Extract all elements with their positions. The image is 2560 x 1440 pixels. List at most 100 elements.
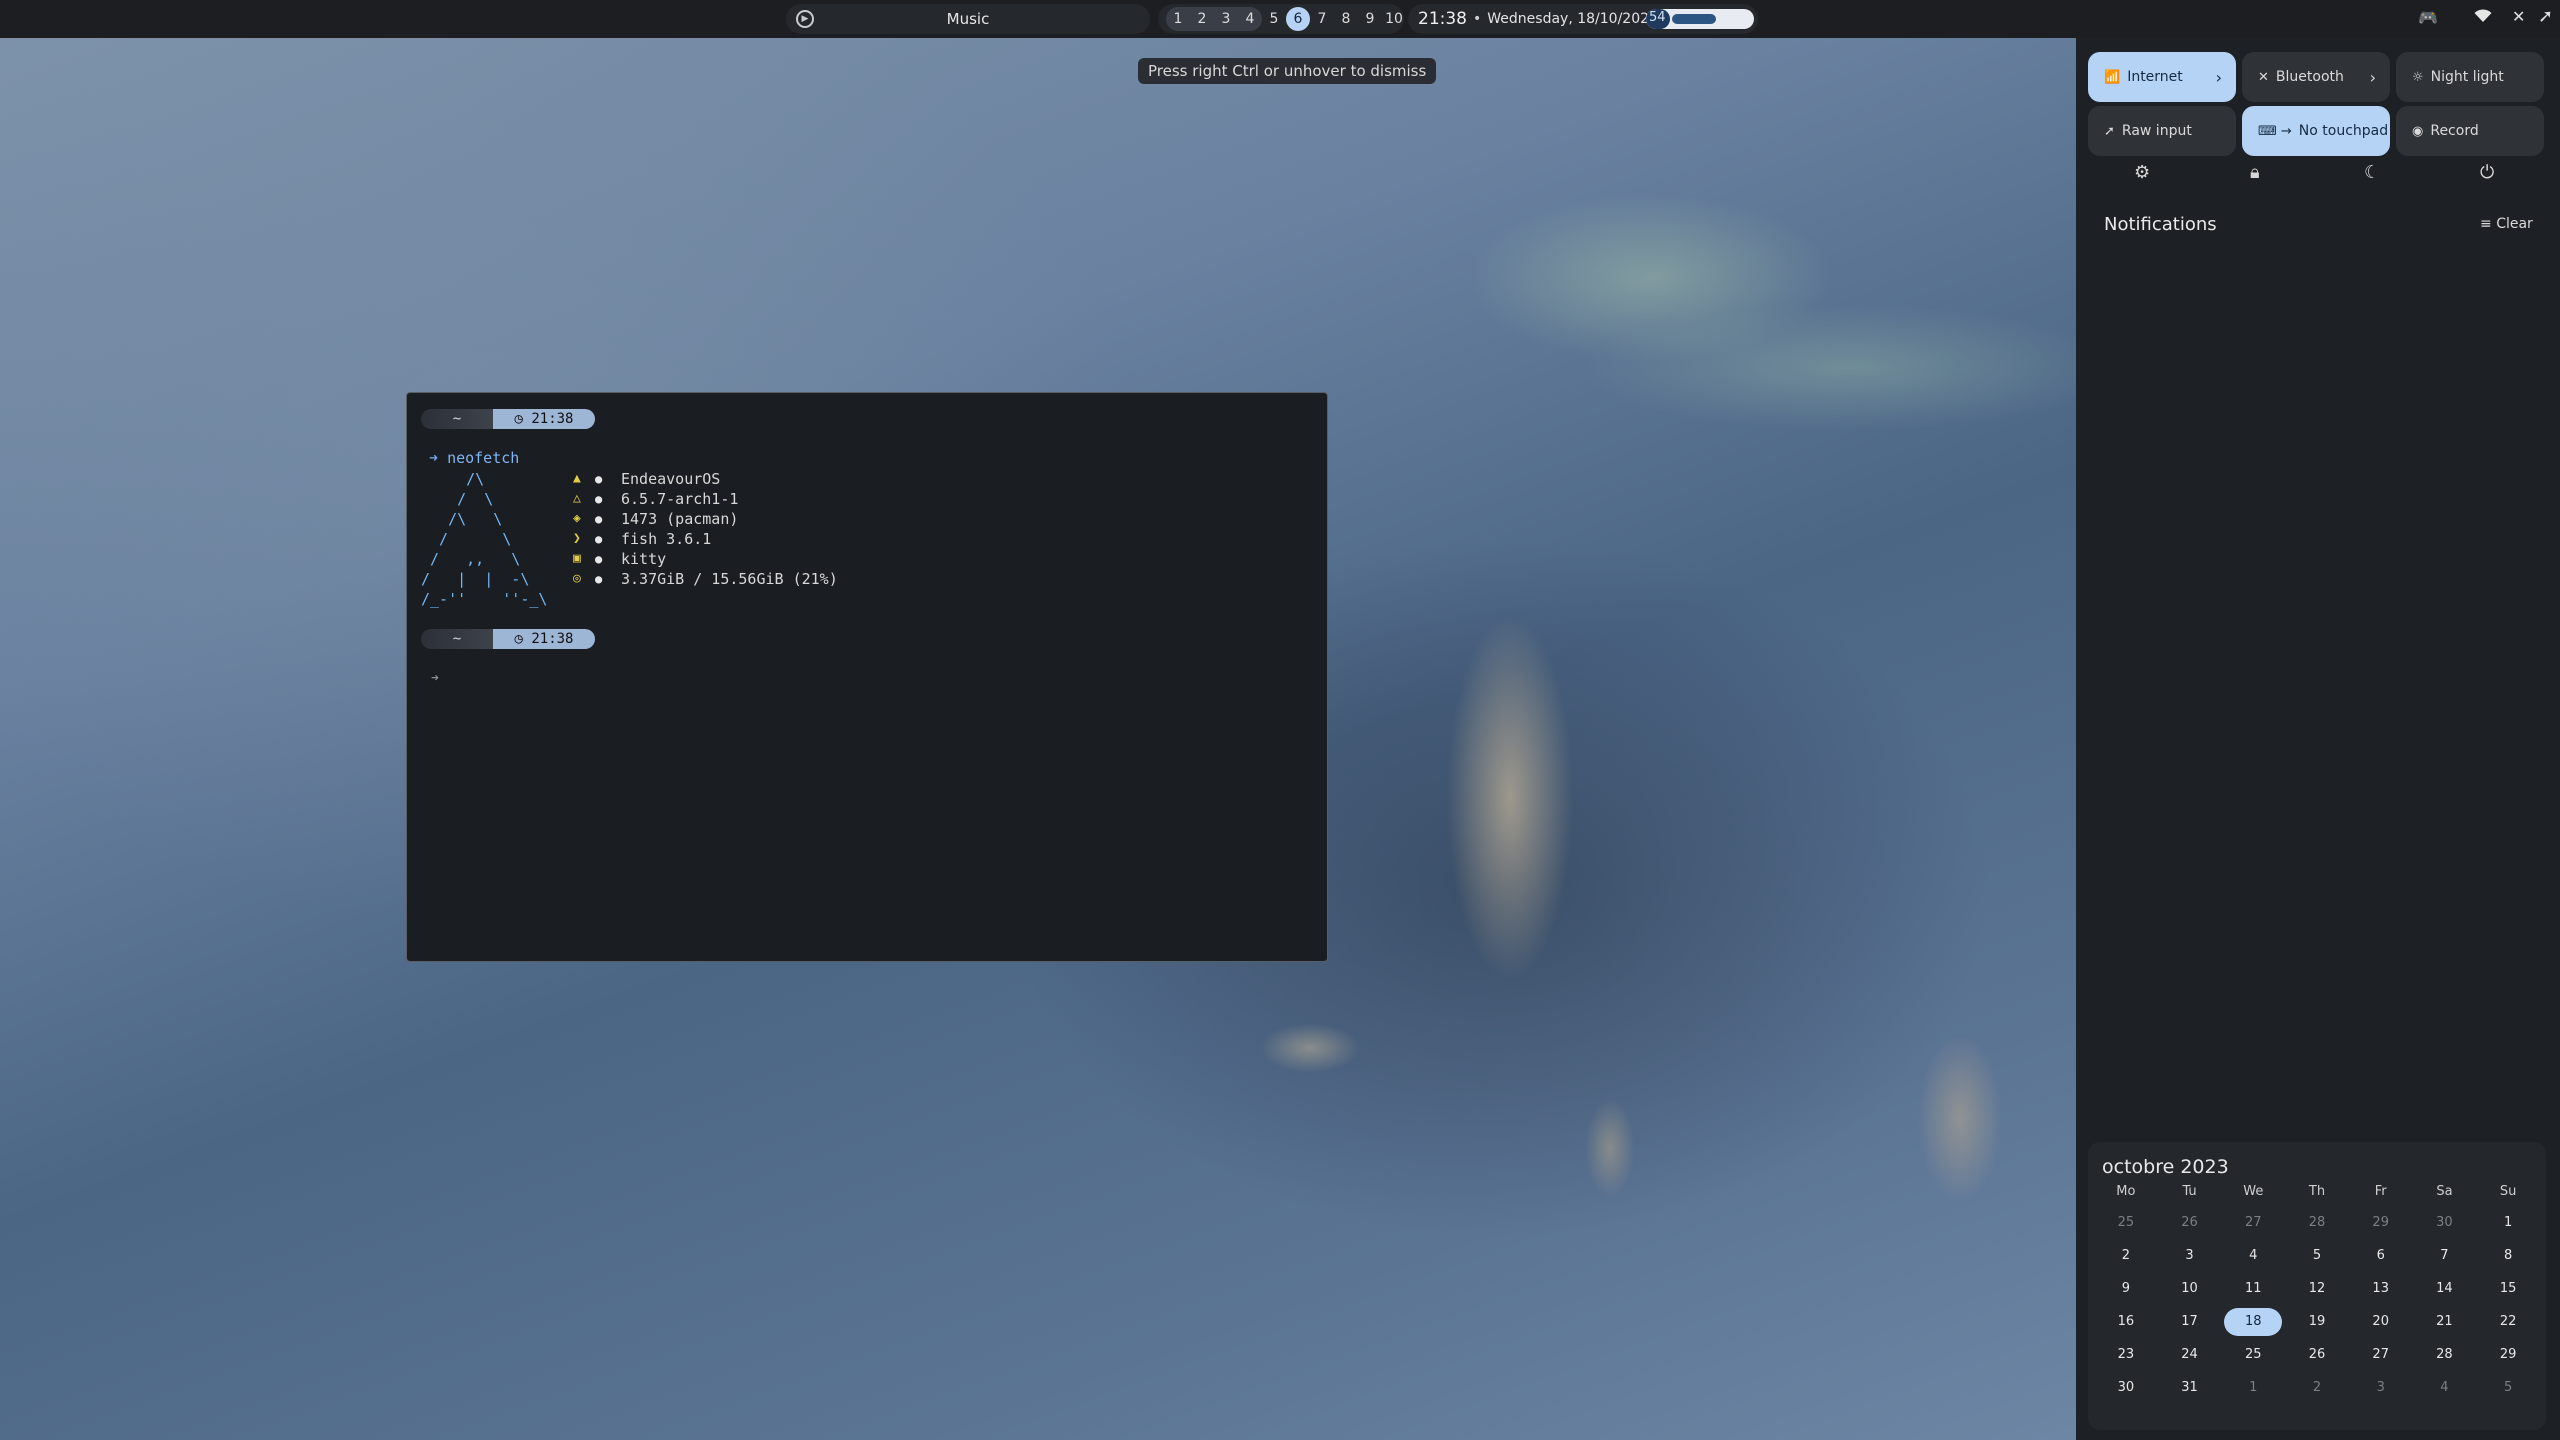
workspace-8[interactable]: 8	[1334, 7, 1358, 31]
command-text: neofetch	[447, 449, 520, 467]
calendar-day[interactable]: 24	[2158, 1338, 2222, 1371]
calendar-day[interactable]: 4	[2221, 1239, 2285, 1272]
wifi-icon[interactable]	[2474, 8, 2492, 27]
calendar-day[interactable]: 23	[2094, 1338, 2158, 1371]
raw-input-toggle[interactable]: ➚ Raw input	[2088, 106, 2236, 156]
calendar-day[interactable]: 8	[2476, 1239, 2540, 1272]
internet-toggle[interactable]: 📶 Internet ›	[2088, 52, 2236, 102]
calendar-day-number: 23	[2117, 1347, 2135, 1362]
no-touchpad-label: No touchpad	[2298, 123, 2389, 139]
calendar-day[interactable]: 26	[2285, 1338, 2349, 1371]
moon-sleep-icon[interactable]: ☾	[2364, 162, 2380, 183]
calendar-day[interactable]: 1	[2221, 1371, 2285, 1404]
workspace-10[interactable]: 10	[1382, 7, 1406, 31]
calendar-day[interactable]: 5	[2285, 1239, 2349, 1272]
calendar-day[interactable]: 30	[2094, 1371, 2158, 1404]
calendar-day-number: 9	[2121, 1281, 2130, 1296]
info-row-kernel: △ ● 6.5.7-arch1-1	[573, 489, 838, 509]
calendar-month-title[interactable]: octobre 2023	[2102, 1156, 2229, 1178]
calendar-day[interactable]: 25	[2221, 1338, 2285, 1371]
calendar-day[interactable]: 30	[2413, 1206, 2477, 1239]
no-touchpad-toggle[interactable]: ⌨ → No touchpad	[2242, 106, 2390, 156]
info-memory: 3.37GiB / 15.56GiB (21%)	[621, 570, 838, 588]
calendar-day[interactable]: 29	[2349, 1206, 2413, 1239]
occupied-workspaces: 1 2 3 4	[1166, 7, 1262, 31]
chevron-right-icon[interactable]: ›	[2370, 68, 2376, 87]
clear-all-icon: ≡	[2480, 216, 2492, 232]
command-line: ➜ neofetch	[429, 449, 519, 467]
calendar-day[interactable]: 27	[2221, 1206, 2285, 1239]
calendar-day[interactable]: 3	[2349, 1371, 2413, 1404]
bluetooth-off-icon[interactable]: ✕	[2512, 7, 2525, 26]
bluetooth-toggle[interactable]: ✕ Bluetooth ›	[2242, 52, 2390, 102]
calendar-day[interactable]: 11	[2221, 1272, 2285, 1305]
memory-icon: ◎	[573, 571, 581, 586]
battery-percent: 54	[1649, 10, 1666, 25]
workspace-9[interactable]: 9	[1358, 7, 1382, 31]
calendar-day-number: 29	[2499, 1347, 2517, 1362]
calendar-day[interactable]: 5	[2476, 1371, 2540, 1404]
os-icon: ▲	[573, 471, 581, 486]
calendar-day[interactable]: 19	[2285, 1305, 2349, 1338]
calendar-day[interactable]: 3	[2158, 1239, 2222, 1272]
calendar-day[interactable]: 21	[2413, 1305, 2477, 1338]
calendar-day[interactable]: 15	[2476, 1272, 2540, 1305]
lock-icon[interactable]: 🔒︎	[2250, 162, 2260, 183]
calendar-day[interactable]: 28	[2285, 1206, 2349, 1239]
workspace-4[interactable]: 4	[1238, 7, 1262, 31]
calendar-day[interactable]: 2	[2285, 1371, 2349, 1404]
calendar-day[interactable]: 29	[2476, 1338, 2540, 1371]
calendar-day[interactable]: 13	[2349, 1272, 2413, 1305]
workspace-7[interactable]: 7	[1310, 7, 1334, 31]
calendar-day[interactable]: 2	[2094, 1239, 2158, 1272]
calendar-day[interactable]: 1	[2476, 1206, 2540, 1239]
calendar-day-number: 20	[2372, 1314, 2389, 1329]
calendar-day[interactable]: 4	[2413, 1371, 2477, 1404]
calendar-day[interactable]: 7	[2413, 1239, 2477, 1272]
prompt-directory: ~	[421, 629, 493, 649]
terminal-icon: ▣	[573, 551, 581, 566]
calendar-day-today[interactable]: 18	[2221, 1305, 2285, 1338]
workspace-6-active[interactable]: 6	[1286, 7, 1310, 31]
calendar-day[interactable]: 26	[2158, 1206, 2222, 1239]
media-widget[interactable]: ▶ Music	[786, 4, 1150, 34]
discord-icon[interactable]: 🎮	[2418, 8, 2438, 27]
calendar-day-number: 26	[2181, 1215, 2198, 1230]
calendar-day[interactable]: 10	[2158, 1272, 2222, 1305]
calendar-day[interactable]: 14	[2413, 1272, 2477, 1305]
calendar-day[interactable]: 25	[2094, 1206, 2158, 1239]
clear-notifications-button[interactable]: ≡ Clear	[2480, 216, 2533, 232]
power-icon[interactable]: ⏻	[2480, 162, 2494, 183]
calendar-day[interactable]: 27	[2349, 1338, 2413, 1371]
workspace-1[interactable]: 1	[1166, 7, 1190, 31]
settings-gear-icon[interactable]: ⚙	[2134, 162, 2150, 183]
workspace-switcher: 1 2 3 4 5 6 7 8 9 10	[1158, 4, 1404, 34]
chevron-right-icon[interactable]: ›	[2216, 68, 2222, 87]
calendar-grid: Mo Tu We Th Fr Sa Su 25 26 27 28 29 30 1 2 3 4 5 6 7…	[2094, 1184, 2540, 1404]
calendar-day[interactable]: 22	[2476, 1305, 2540, 1338]
record-label: Record	[2430, 123, 2479, 139]
calendar-day[interactable]: 20	[2349, 1305, 2413, 1338]
play-circle-icon[interactable]: ▶	[796, 10, 814, 28]
calendar-day[interactable]: 6	[2349, 1239, 2413, 1272]
calendar-day-number: 12	[2308, 1281, 2326, 1296]
info-row-shell: ❯ ● fish 3.6.1	[573, 529, 838, 549]
calendar-day[interactable]: 9	[2094, 1272, 2158, 1305]
calendar-day[interactable]: 28	[2413, 1338, 2477, 1371]
workspace-3[interactable]: 3	[1214, 7, 1238, 31]
calendar-day[interactable]: 31	[2158, 1371, 2222, 1404]
kernel-icon: △	[573, 491, 581, 506]
notifications-title: Notifications	[2104, 214, 2217, 235]
calendar-day-number: 19	[2308, 1314, 2326, 1329]
workspace-2[interactable]: 2	[1190, 7, 1214, 31]
calendar-day[interactable]: 12	[2285, 1272, 2349, 1305]
night-light-toggle[interactable]: ☼ Night light	[2396, 52, 2544, 102]
record-toggle[interactable]: ◉ Record	[2396, 106, 2544, 156]
calendar-day[interactable]: 16	[2094, 1305, 2158, 1338]
calendar-day-number: 6	[2376, 1248, 2385, 1263]
calendar-day-number: 5	[2312, 1248, 2322, 1263]
terminal-window[interactable]: ~ ◷ 21:38 ➜ neofetch /\ / \ /\ \ / \ / ,…	[406, 392, 1328, 962]
workspace-5[interactable]: 5	[1262, 7, 1286, 31]
calendar-day[interactable]: 17	[2158, 1305, 2222, 1338]
input-prompt[interactable]: ➜	[431, 671, 439, 686]
